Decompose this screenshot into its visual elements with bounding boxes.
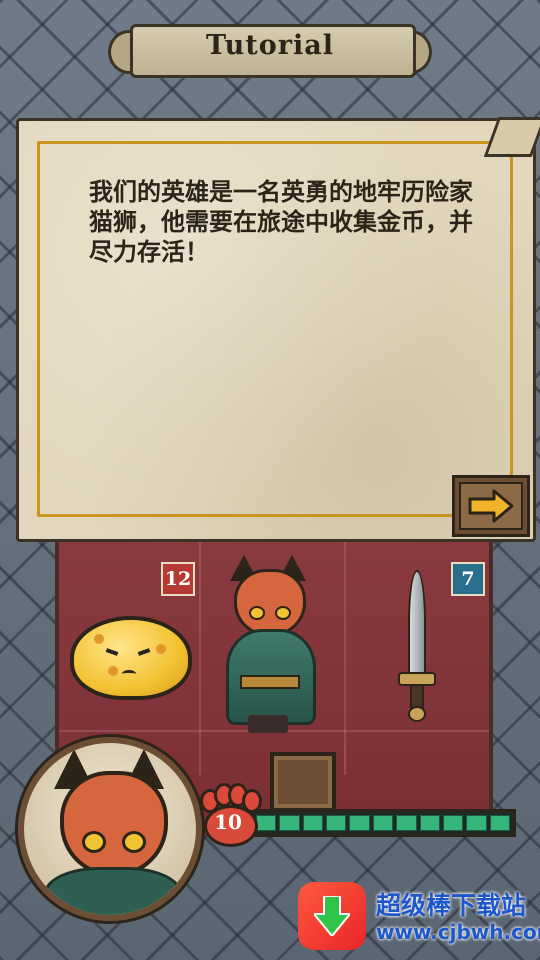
health-segment — [489, 815, 510, 831]
health-segment — [442, 815, 464, 831]
health-segment — [326, 815, 347, 831]
next-button-frame — [459, 482, 523, 530]
cat-head — [234, 569, 306, 637]
slime-eye — [105, 648, 119, 656]
health-segment — [396, 815, 417, 831]
cat-eye — [275, 606, 291, 620]
health-segment — [279, 815, 300, 831]
cat-eye — [249, 606, 265, 620]
slime-eye — [137, 648, 151, 656]
weapon-stat-badge: 7 — [451, 562, 485, 596]
cat-legs — [248, 715, 288, 733]
download-arrow-icon — [314, 896, 350, 936]
dialog-corner-fold — [483, 117, 540, 157]
health-paw-icon: 10 — [198, 783, 262, 847]
board-divider — [344, 535, 346, 775]
sword-blade — [408, 570, 426, 674]
inventory-slot[interactable] — [270, 752, 336, 812]
hero-portrait — [18, 737, 202, 921]
health-segment — [302, 815, 324, 831]
watermark-url: www.cjbwh.com — [376, 920, 540, 944]
slime-enemy-card[interactable] — [70, 616, 192, 700]
cat-hero-character[interactable] — [218, 555, 318, 735]
watermark-name: 超级棒下载站 — [376, 891, 527, 920]
enemy-stat-badge: 12 — [161, 562, 195, 596]
portrait-cloak — [44, 867, 182, 915]
watermark: 超级棒下载站 www.cjbwh.com — [298, 880, 540, 950]
cat-belt — [240, 675, 300, 689]
slime-spot — [108, 666, 118, 676]
health-segment — [419, 815, 440, 831]
next-button[interactable] — [452, 475, 530, 537]
slime-spot — [94, 634, 104, 644]
watermark-logo — [298, 882, 366, 950]
page-title: Tutorial — [206, 30, 334, 61]
slime-spot — [156, 644, 166, 654]
portrait-head — [60, 771, 168, 877]
sword-weapon-card[interactable] — [398, 570, 436, 722]
board-divider — [199, 535, 201, 775]
health-segment — [466, 815, 487, 831]
sword-pommel — [408, 706, 426, 722]
arrow-right-icon — [468, 489, 514, 523]
health-segment — [372, 815, 394, 831]
health-bar — [250, 809, 516, 837]
health-segment — [349, 815, 370, 831]
portrait-eye — [82, 831, 106, 853]
health-value: 10 — [214, 810, 242, 834]
title-banner: Tutorial — [100, 16, 440, 80]
portrait-eye — [122, 831, 146, 853]
tutorial-message: 我们的英雄是一名英勇的地牢历险家猫狮，他需要在旅途中收集金币，并尽力存活！ — [89, 178, 473, 266]
slime-mouth — [122, 670, 136, 678]
